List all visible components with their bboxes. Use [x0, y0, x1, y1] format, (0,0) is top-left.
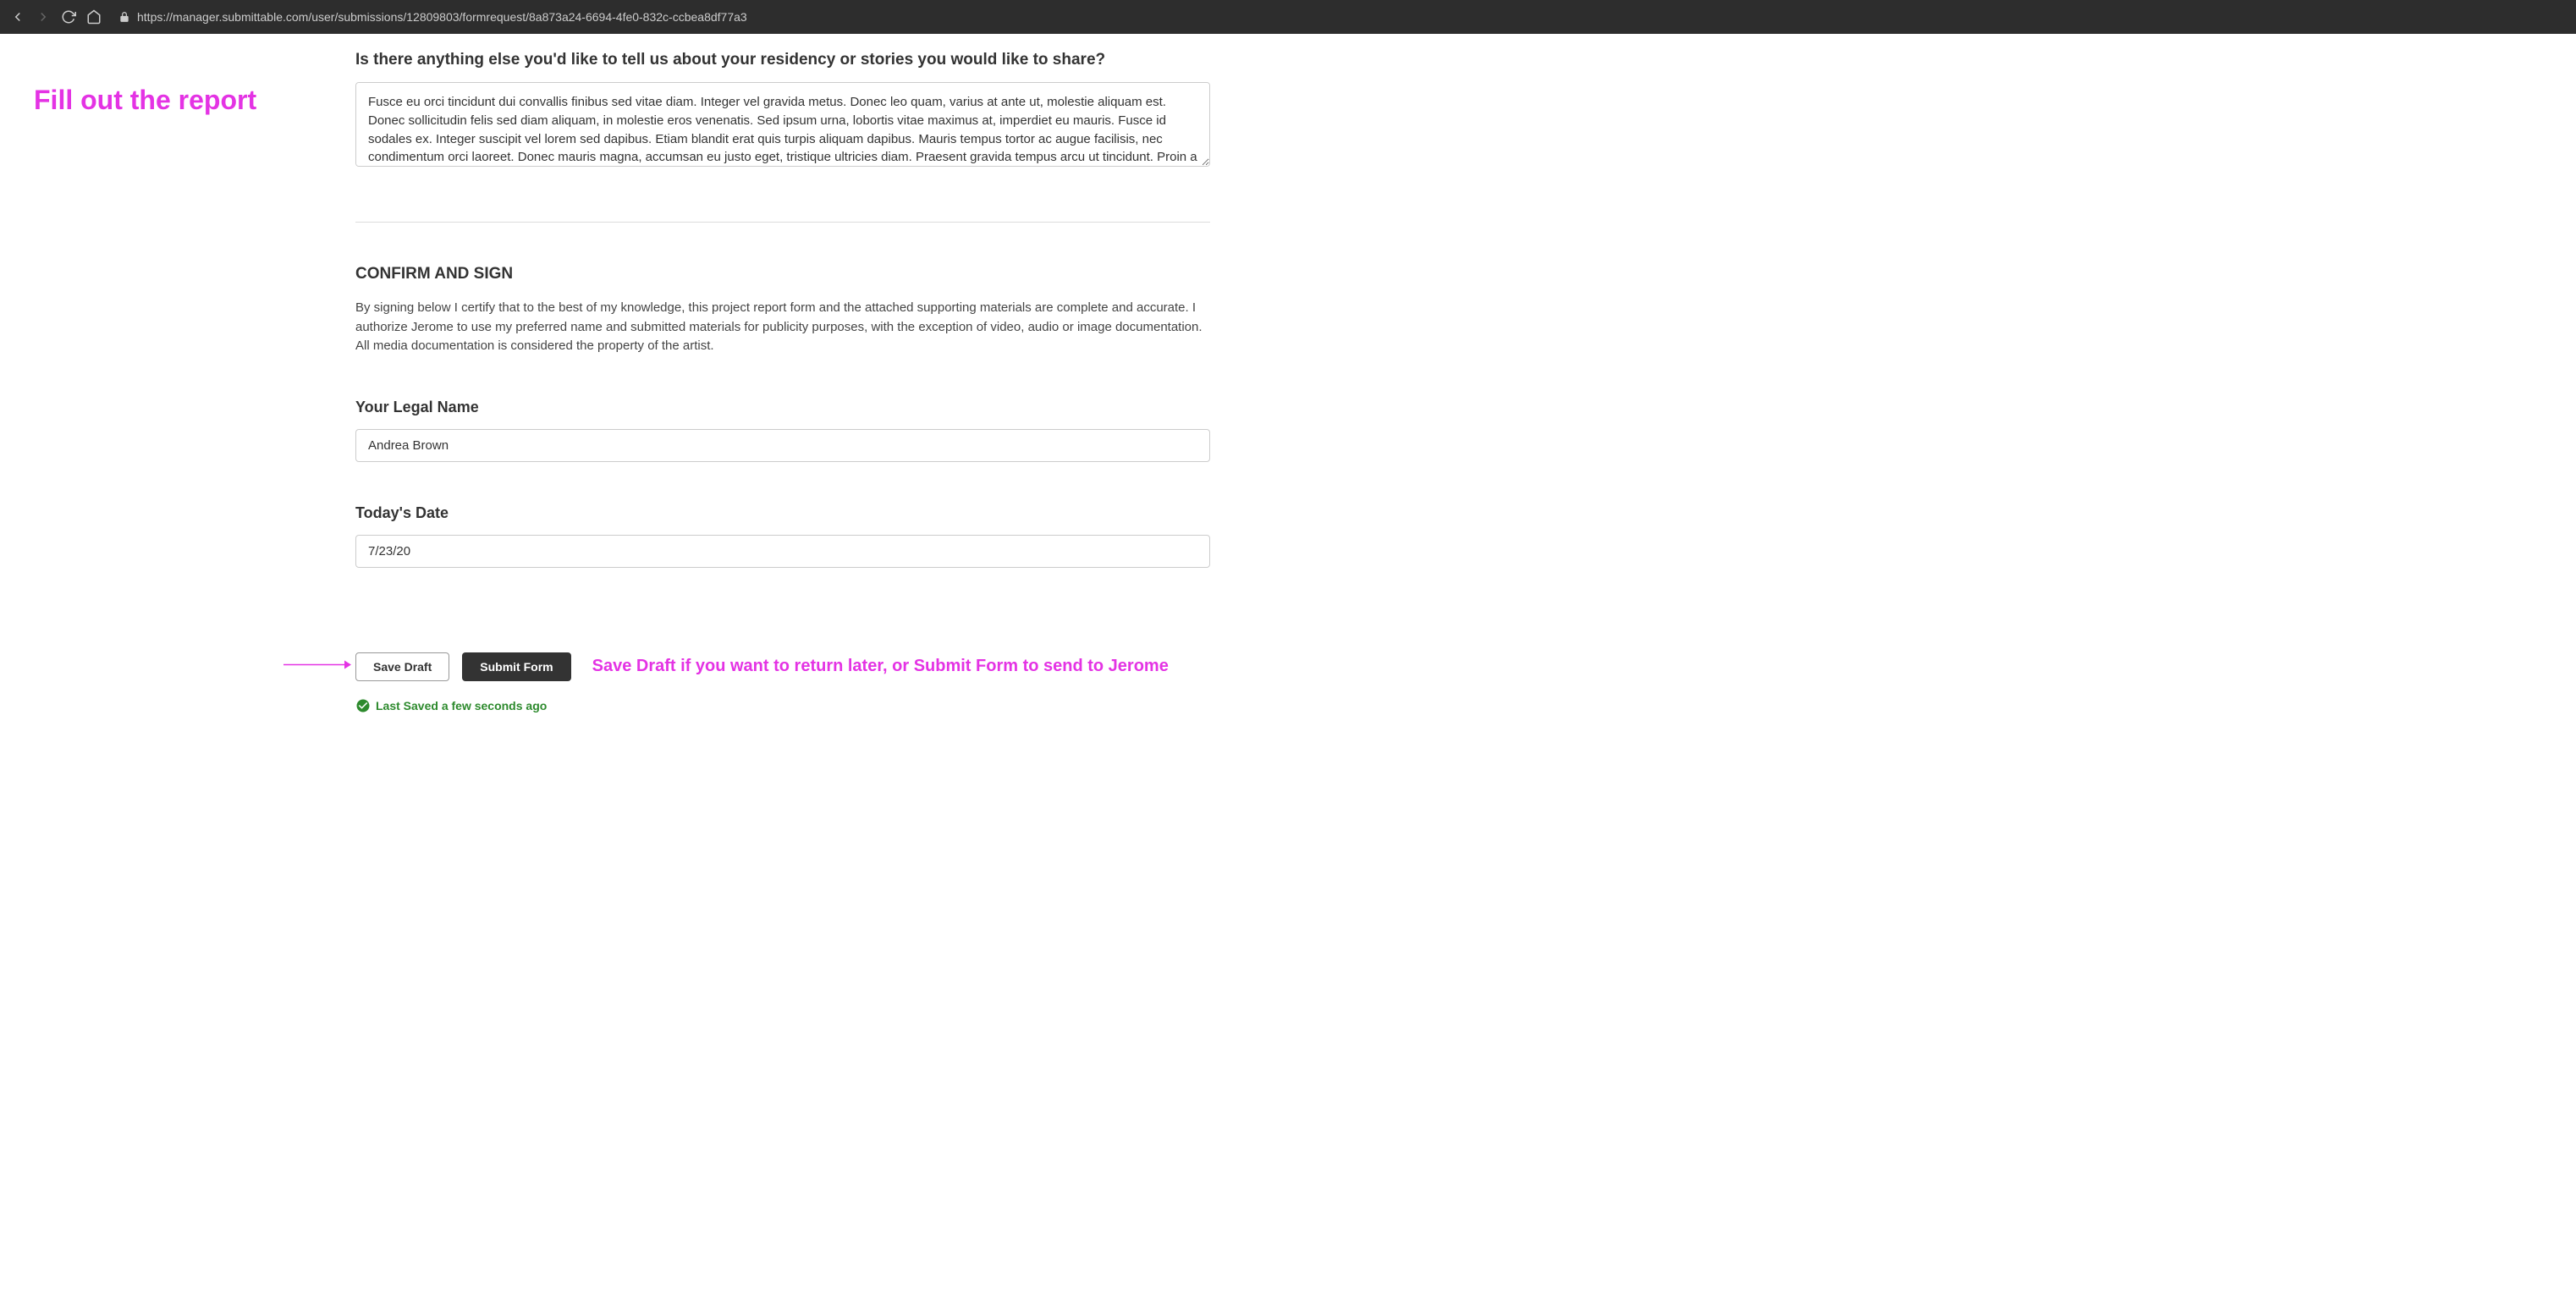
- arrow-annotation-icon: [283, 658, 351, 675]
- section-divider: [355, 222, 1210, 223]
- reload-icon[interactable]: [61, 9, 76, 25]
- save-status-text: Last Saved a few seconds ago: [376, 699, 547, 713]
- lock-icon: [118, 11, 130, 23]
- home-icon[interactable]: [86, 9, 102, 25]
- submit-form-button[interactable]: Submit Form: [462, 652, 570, 681]
- question-label: Is there anything else you'd like to tel…: [355, 51, 1210, 69]
- check-circle-icon: [355, 698, 371, 713]
- residency-story-textarea[interactable]: [355, 82, 1210, 167]
- legal-name-input[interactable]: [355, 429, 1210, 462]
- confirm-sign-description: By signing below I certify that to the b…: [355, 299, 1210, 356]
- button-row: Save Draft Submit Form Save Draft if you…: [355, 652, 1210, 681]
- url-bar[interactable]: https://manager.submittable.com/user/sub…: [118, 10, 2566, 24]
- browser-toolbar: https://manager.submittable.com/user/sub…: [0, 0, 2576, 34]
- date-label: Today's Date: [355, 504, 1210, 522]
- save-status: Last Saved a few seconds ago: [355, 698, 1210, 713]
- legal-name-label: Your Legal Name: [355, 399, 1210, 416]
- url-text: https://manager.submittable.com/user/sub…: [137, 10, 747, 24]
- left-annotation-panel: Fill out the report: [0, 34, 322, 1315]
- annotation-fill-report: Fill out the report: [34, 85, 288, 116]
- forward-icon[interactable]: [36, 9, 51, 25]
- back-icon[interactable]: [10, 9, 25, 25]
- confirm-sign-heading: CONFIRM AND SIGN: [355, 265, 1210, 283]
- annotation-button-hint: Save Draft if you want to return later, …: [592, 657, 1169, 676]
- content-area: Fill out the report Is there anything el…: [0, 34, 2576, 1315]
- date-input[interactable]: [355, 535, 1210, 568]
- main-form: Is there anything else you'd like to tel…: [322, 34, 1252, 1315]
- save-draft-button[interactable]: Save Draft: [355, 652, 449, 681]
